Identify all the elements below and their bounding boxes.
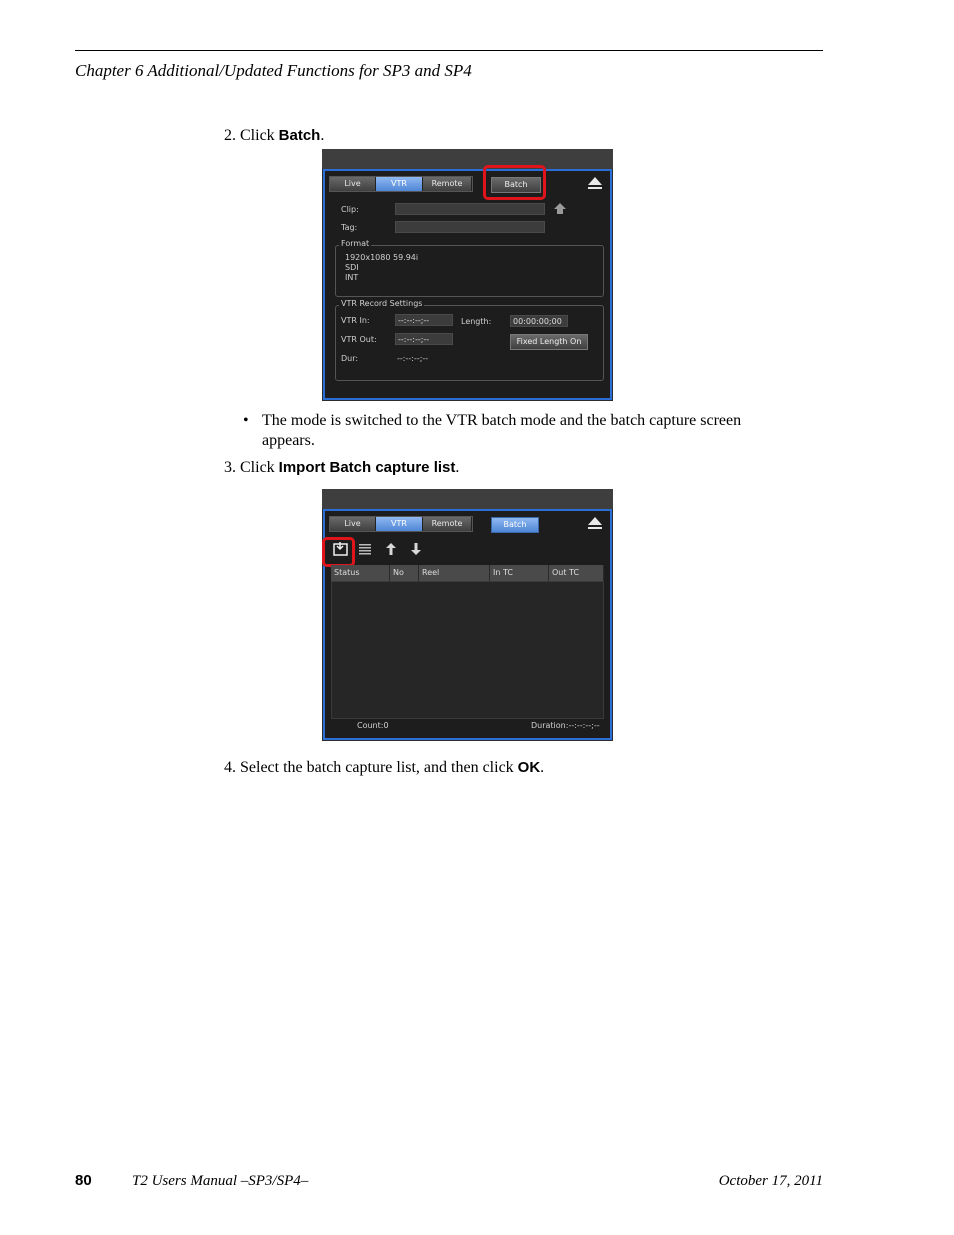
step-2: 2. Click Batch. (224, 127, 325, 144)
clip-field[interactable] (395, 203, 545, 215)
chapter-header: Chapter 6 Additional/Updated Functions f… (75, 61, 472, 80)
highlight-ring (483, 165, 546, 200)
column-in-tc[interactable]: In TC (490, 565, 549, 581)
column-status[interactable]: Status (331, 565, 390, 581)
duration-text: Duration:--:--:--;-- (531, 721, 600, 730)
header-rule (75, 50, 823, 51)
column-reel[interactable]: Reel (419, 565, 490, 581)
length-field[interactable]: 00:00:00;00 (510, 315, 568, 327)
batch-mode-screenshot: Live VTR Remote Batch Clip: Tag: Format … (322, 149, 613, 401)
eject-icon[interactable] (587, 176, 603, 190)
arrow-down-icon[interactable] (410, 542, 422, 556)
tag-field[interactable] (395, 221, 545, 233)
page-number: 80 (75, 1172, 92, 1189)
format-title: Format (339, 239, 372, 248)
highlight-ring (322, 537, 355, 567)
column-out-tc[interactable]: Out TC (549, 565, 604, 581)
step-4: 4. Select the batch capture list, and th… (224, 759, 545, 776)
tab-remote[interactable]: Remote (423, 517, 472, 531)
vtr-record-title: VTR Record Settings (339, 299, 425, 308)
vtr-out-field[interactable]: --:--:--;-- (395, 333, 453, 345)
format-input: SDI (345, 263, 359, 272)
tag-label: Tag: (341, 223, 358, 232)
vtr-out-label: VTR Out: (341, 335, 377, 344)
step-4-keyword: OK (517, 759, 541, 776)
batch-button[interactable]: Batch (491, 517, 539, 533)
batch-capture-screenshot: Live VTR Remote Batch Status No Reel In … (322, 489, 613, 741)
vtr-in-field[interactable]: --:--:--;-- (395, 314, 453, 326)
bullet-note: • The mode is switched to the VTR batch … (243, 412, 742, 449)
vtr-in-label: VTR In: (341, 316, 370, 325)
eject-icon[interactable] (587, 516, 603, 530)
format-resolution: 1920x1080 59.94i (345, 253, 419, 262)
format-reference: INT (345, 273, 359, 282)
mode-tabs: Live VTR Remote (329, 176, 473, 192)
step-3-keyword: Import Batch capture list (278, 459, 456, 476)
clip-label: Clip: (341, 205, 359, 214)
list-icon[interactable] (358, 543, 372, 556)
dur-value: --:--:--;-- (397, 354, 429, 363)
tab-remote[interactable]: Remote (423, 177, 472, 191)
tab-vtr[interactable]: VTR (376, 177, 423, 191)
count-text: Count:0 (357, 721, 389, 730)
batch-list-header: Status No Reel In TC Out TC (331, 565, 604, 581)
dur-label: Dur: (341, 354, 359, 363)
length-label: Length: (461, 317, 492, 326)
tab-live[interactable]: Live (330, 517, 376, 531)
step-2-keyword: Batch (278, 127, 321, 144)
fixed-length-button[interactable]: Fixed Length On (510, 334, 588, 350)
batch-list[interactable] (331, 581, 604, 719)
upload-icon[interactable] (553, 202, 567, 216)
tab-live[interactable]: Live (330, 177, 376, 191)
tab-vtr[interactable]: VTR (376, 517, 423, 531)
arrow-up-icon[interactable] (385, 542, 397, 556)
column-no[interactable]: No (390, 565, 419, 581)
step-3: 3. Click Import Batch capture list. (224, 459, 460, 476)
publication-date: October 17, 2011 (718, 1173, 823, 1189)
manual-title: T2 Users Manual –SP3/SP4– (132, 1173, 309, 1189)
mode-tabs: Live VTR Remote (329, 516, 473, 532)
